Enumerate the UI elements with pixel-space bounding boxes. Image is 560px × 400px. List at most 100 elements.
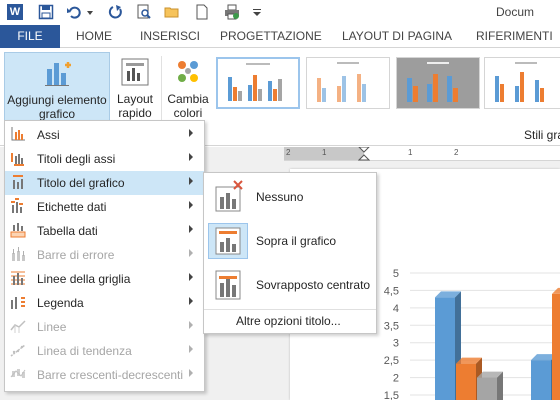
- quick-layout-label-line1: Layout: [116, 92, 154, 106]
- submenu-item-label: Nessuno: [256, 190, 304, 204]
- chart[interactable]: 5 4,5 4 3,5 3 2,5 2 1,5: [365, 224, 560, 400]
- quick-layout-label-line2: rapido: [118, 106, 152, 120]
- document-title: Docum: [496, 5, 535, 19]
- menu-item-label: Barre di errore: [37, 248, 115, 262]
- y-tick-label: 2,5: [384, 355, 399, 367]
- menu-item-label: Titolo del grafico: [37, 176, 125, 190]
- tab-insert[interactable]: INSERISCI: [140, 25, 200, 48]
- chevron-right-icon: [189, 201, 193, 209]
- redo-icon[interactable]: [108, 4, 124, 20]
- title-bar: W Docum: [0, 0, 560, 25]
- y-tick-label: 4,5: [384, 285, 399, 297]
- tab-references[interactable]: RIFERIMENTI: [476, 25, 553, 48]
- menu-item-chart-title[interactable]: Titolo del grafico: [5, 171, 204, 195]
- menu-item-axes[interactable]: Assi: [5, 123, 204, 147]
- chart-bar[interactable]: [552, 287, 560, 400]
- chevron-right-icon: [189, 249, 193, 257]
- submenu-item-none[interactable]: Nessuno: [204, 175, 376, 219]
- menu-item-label: Legenda: [37, 296, 84, 310]
- menu-item-label: Titoli degli assi: [37, 152, 116, 166]
- undo-dropdown-icon[interactable]: [86, 4, 94, 20]
- customize-icon[interactable]: [252, 4, 262, 20]
- chevron-right-icon: [189, 297, 193, 305]
- axis-titles-icon: [11, 153, 24, 166]
- ruler-label: 1: [322, 148, 327, 157]
- chart-style-preview-icon: [317, 62, 366, 102]
- ribbon-tabs: FILE HOME INSERISCI PROGETTAZIONE LAYOUT…: [0, 25, 560, 48]
- data-labels-icon: [11, 198, 23, 213]
- undo-icon[interactable]: [66, 4, 82, 20]
- axes-icon: [11, 127, 25, 141]
- menu-item-label: Tabella dati: [37, 224, 98, 238]
- ruler-label: 1: [408, 148, 413, 157]
- tab-file[interactable]: FILE: [0, 25, 60, 48]
- submenu-item-label: Sopra il grafico: [256, 234, 337, 248]
- submenu-item-label: Sovrapposto centrato: [256, 278, 371, 292]
- indent-marker-icon[interactable]: [358, 147, 370, 161]
- ruler-label: 2: [454, 148, 459, 157]
- chart-bar-front: [477, 377, 497, 400]
- y-tick-label: 3: [393, 338, 399, 350]
- submenu-item-above-chart[interactable]: Sopra il grafico: [204, 219, 376, 263]
- tab-design[interactable]: PROGETTAZIONE: [220, 25, 322, 48]
- change-colors-label-line2: colori: [173, 106, 203, 120]
- print-preview-icon[interactable]: [136, 4, 152, 20]
- chart-style-thumbnail[interactable]: [484, 57, 560, 109]
- chart-style-preview-icon: [495, 62, 544, 102]
- chart-style-thumbnail[interactable]: [216, 57, 300, 109]
- chart-bar[interactable]: [477, 371, 503, 400]
- submenu-item-centered-overlay[interactable]: Sovrapposto centrato: [204, 263, 376, 307]
- chart-style-preview-icon: [228, 63, 282, 101]
- centered-overlay-icon: [215, 270, 241, 300]
- menu-item-error-bars[interactable]: Barre di errore: [5, 243, 204, 267]
- submenu-divider: [204, 309, 376, 310]
- menu-item-label: Linee: [37, 320, 67, 334]
- menu-item-up-down-bars[interactable]: Barre crescenti-decrescenti: [5, 363, 204, 387]
- add-chart-element-label-line1: Aggiungi elemento: [7, 93, 107, 107]
- chevron-right-icon: [189, 321, 193, 329]
- chevron-right-icon: [189, 369, 193, 377]
- horizontal-ruler: 2 1 1 2: [284, 147, 560, 161]
- menu-item-legend[interactable]: Legenda: [5, 291, 204, 315]
- lines-icon: [10, 320, 26, 333]
- menu-item-axis-titles[interactable]: Titoli degli assi: [5, 147, 204, 171]
- chart-style-thumbnail[interactable]: [396, 57, 480, 109]
- chevron-right-icon: [189, 177, 193, 185]
- add-chart-element-icon: [45, 62, 71, 86]
- new-icon[interactable]: [194, 4, 210, 20]
- add-chart-element-label-line2: grafico: [38, 107, 76, 121]
- chart-bar-front: [456, 363, 476, 400]
- ruler-label: 2: [286, 148, 291, 157]
- chart-styles-group-label: Stili gra: [524, 128, 560, 142]
- tab-page-layout[interactable]: LAYOUT DI PAGINA: [342, 25, 452, 48]
- menu-item-gridlines[interactable]: Linee della griglia: [5, 267, 204, 291]
- y-tick-label: 2: [393, 373, 399, 385]
- menu-item-lines[interactable]: Linee: [5, 315, 204, 339]
- quick-layout-icon: [121, 58, 149, 86]
- chart-bar-front: [552, 293, 560, 400]
- chart-style-thumbnail[interactable]: [306, 57, 390, 109]
- menu-item-label: Assi: [37, 128, 60, 142]
- chevron-right-icon: [189, 345, 193, 353]
- menu-item-label: Barre crescenti-decrescenti: [37, 368, 184, 382]
- y-tick-label: 1,5: [384, 390, 399, 400]
- menu-item-label: Linee della griglia: [37, 272, 131, 286]
- legend-icon: [11, 297, 25, 309]
- chevron-right-icon: [189, 129, 193, 137]
- gridlines-icon: [11, 271, 25, 285]
- menu-item-data-labels[interactable]: Etichette dati: [5, 195, 204, 219]
- open-icon[interactable]: [164, 4, 180, 20]
- tab-home[interactable]: HOME: [76, 25, 112, 48]
- print-icon[interactable]: [224, 4, 240, 20]
- up-down-bars-icon: [10, 369, 26, 378]
- more-title-options-link[interactable]: Altre opzioni titolo...: [236, 314, 341, 328]
- chevron-right-icon: [189, 273, 193, 281]
- change-colors-icon: [178, 61, 198, 82]
- menu-item-data-table[interactable]: Tabella dati: [5, 219, 204, 243]
- chart-bar-front: [531, 360, 551, 400]
- y-tick-label: 3,5: [384, 320, 399, 332]
- change-colors-label-line1: Cambia: [167, 92, 209, 106]
- save-icon[interactable]: [38, 4, 54, 20]
- menu-item-label: Linea di tendenza: [37, 344, 132, 358]
- menu-item-trendline[interactable]: Linea di tendenza: [5, 339, 204, 363]
